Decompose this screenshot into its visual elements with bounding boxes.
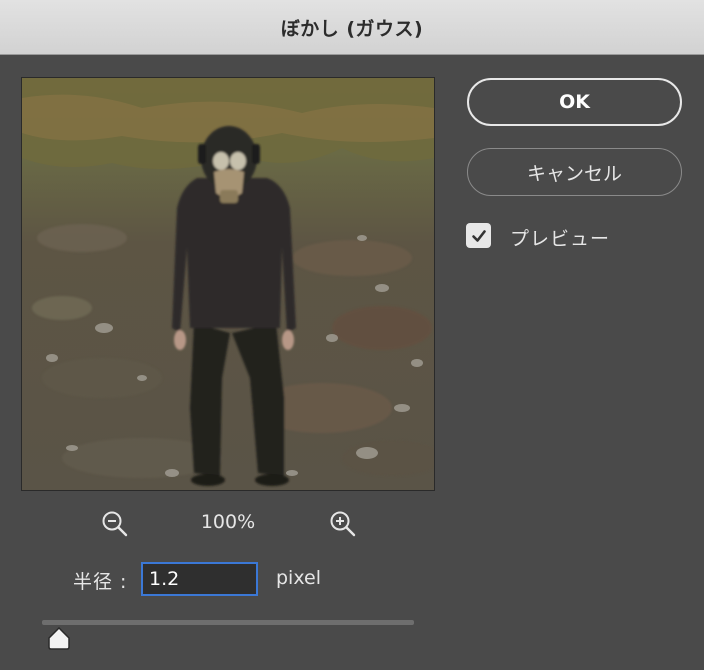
radius-slider-thumb[interactable] <box>46 626 72 650</box>
preview-checkbox[interactable] <box>466 223 491 248</box>
zoom-level: 100% <box>200 511 256 533</box>
checkmark-icon <box>471 229 486 242</box>
preview-checkbox-label[interactable]: プレビュー <box>510 224 610 251</box>
zoom-in-icon[interactable] <box>327 508 359 540</box>
title-bar: ぼかし (ガウス) <box>0 0 704 55</box>
radius-slider-track[interactable] <box>42 620 414 625</box>
zoom-out-icon[interactable] <box>99 508 131 540</box>
preview-image[interactable] <box>21 77 435 491</box>
ok-button[interactable]: OK <box>467 78 682 126</box>
radius-input[interactable] <box>141 562 258 596</box>
radius-label: 半径 : <box>73 571 128 593</box>
radius-unit-label: pixel <box>276 567 321 589</box>
dialog-title: ぼかし (ガウス) <box>280 17 424 40</box>
zoom-controls: 100% <box>21 506 435 542</box>
cancel-button[interactable]: キャンセル <box>467 148 682 196</box>
preview-photo <box>22 78 434 490</box>
